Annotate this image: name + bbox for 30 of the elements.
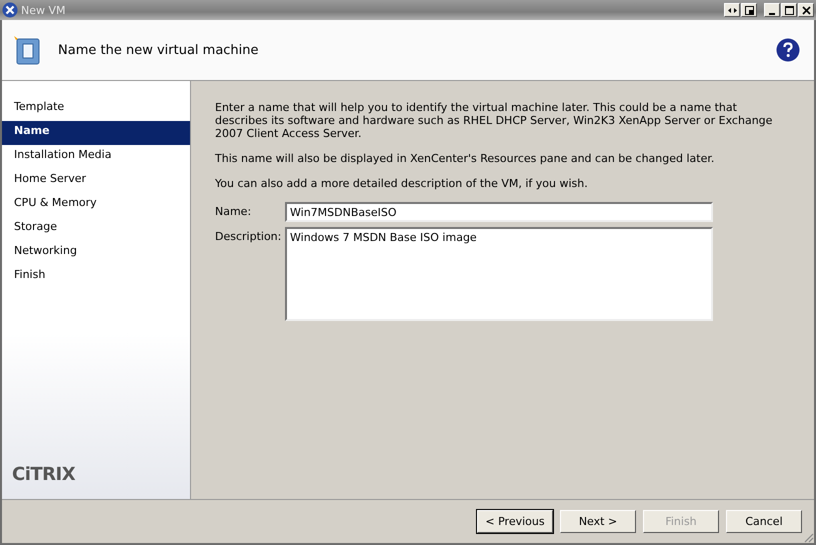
step-item[interactable]: Template bbox=[2, 97, 190, 121]
step-item[interactable]: Networking bbox=[2, 241, 190, 265]
wizard-button[interactable]: < Previous bbox=[477, 510, 553, 533]
step-item[interactable]: Name bbox=[2, 121, 190, 145]
vm-document-icon bbox=[12, 34, 42, 66]
close-icon[interactable] bbox=[798, 3, 814, 17]
maximize-icon[interactable] bbox=[781, 3, 797, 17]
description-field[interactable]: Windows 7 MSDN Base ISO image bbox=[285, 227, 713, 321]
wizard-button[interactable]: Cancel bbox=[726, 510, 802, 533]
page-heading: Name the new virtual machine bbox=[58, 42, 260, 58]
resize-grip-icon[interactable] bbox=[802, 531, 814, 543]
instruction-text: Enter a name that will help you to identify the virtual machine later. This could be a name that describes its software and hardware such as RHEL DHCP Server, Win2K3 XenApp Server or Exchange 2007 Client Access Server. bbox=[215, 101, 774, 140]
app-icon bbox=[2, 2, 18, 18]
window-pin-icon[interactable] bbox=[741, 3, 757, 17]
step-item[interactable]: CPU & Memory bbox=[2, 193, 190, 217]
brand-logo: CiTRIX bbox=[12, 464, 76, 485]
description-label: Description: bbox=[215, 229, 282, 243]
step-item[interactable]: Finish bbox=[2, 265, 190, 289]
name-label: Name: bbox=[215, 204, 252, 218]
help-icon[interactable] bbox=[776, 38, 800, 62]
step-item[interactable]: Home Server bbox=[2, 169, 190, 193]
minimize-icon[interactable] bbox=[764, 3, 780, 17]
step-item[interactable]: Installation Media bbox=[2, 145, 190, 169]
window-title: New VM bbox=[21, 4, 67, 16]
step-item[interactable]: Storage bbox=[2, 217, 190, 241]
restore-arrows-icon[interactable] bbox=[724, 3, 740, 17]
instruction-text: This name will also be displayed in XenCenter's Resources pane and can be changed later. bbox=[215, 152, 716, 165]
instruction-text: You can also add a more detailed description of the VM, if you wish. bbox=[215, 177, 589, 190]
wizard-button[interactable]: Next > bbox=[560, 510, 636, 533]
name-field[interactable]: Win7MSDNBaseISO bbox=[285, 202, 713, 222]
